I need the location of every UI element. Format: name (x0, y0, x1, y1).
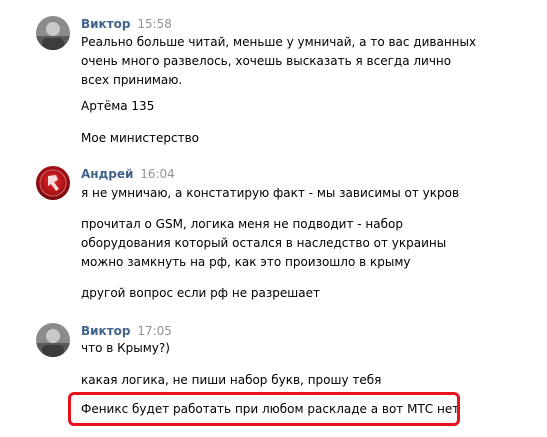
author-name[interactable]: Виктор (81, 324, 131, 338)
message-text: прочитал о GSM, логика меня не подводит … (81, 217, 447, 269)
message-text: Мое министерство (81, 131, 199, 145)
message-text: Артёма 135 (81, 99, 155, 113)
highlight-frame (68, 392, 460, 426)
message-text: какая логика, не пиши набор букв, прошу … (81, 373, 382, 387)
message-time[interactable]: 17:05 (137, 324, 172, 338)
message-time[interactable]: 15:58 (137, 17, 172, 31)
red-emblem-icon[interactable] (36, 166, 70, 200)
message-text: что в Крыму?) (81, 341, 170, 355)
author-name[interactable]: Андрей (81, 167, 133, 181)
user-photo-icon[interactable] (36, 16, 70, 50)
message-text: Реально больше читай, меньше у умничай, … (81, 35, 477, 87)
message-text: другой вопрос если рф не разрешает (81, 286, 320, 300)
author-name[interactable]: Виктор (81, 17, 131, 31)
user-photo-icon[interactable] (36, 323, 70, 357)
message-time[interactable]: 16:04 (140, 167, 175, 181)
message-text: я не умничаю, а констатирую факт - мы за… (81, 186, 460, 200)
